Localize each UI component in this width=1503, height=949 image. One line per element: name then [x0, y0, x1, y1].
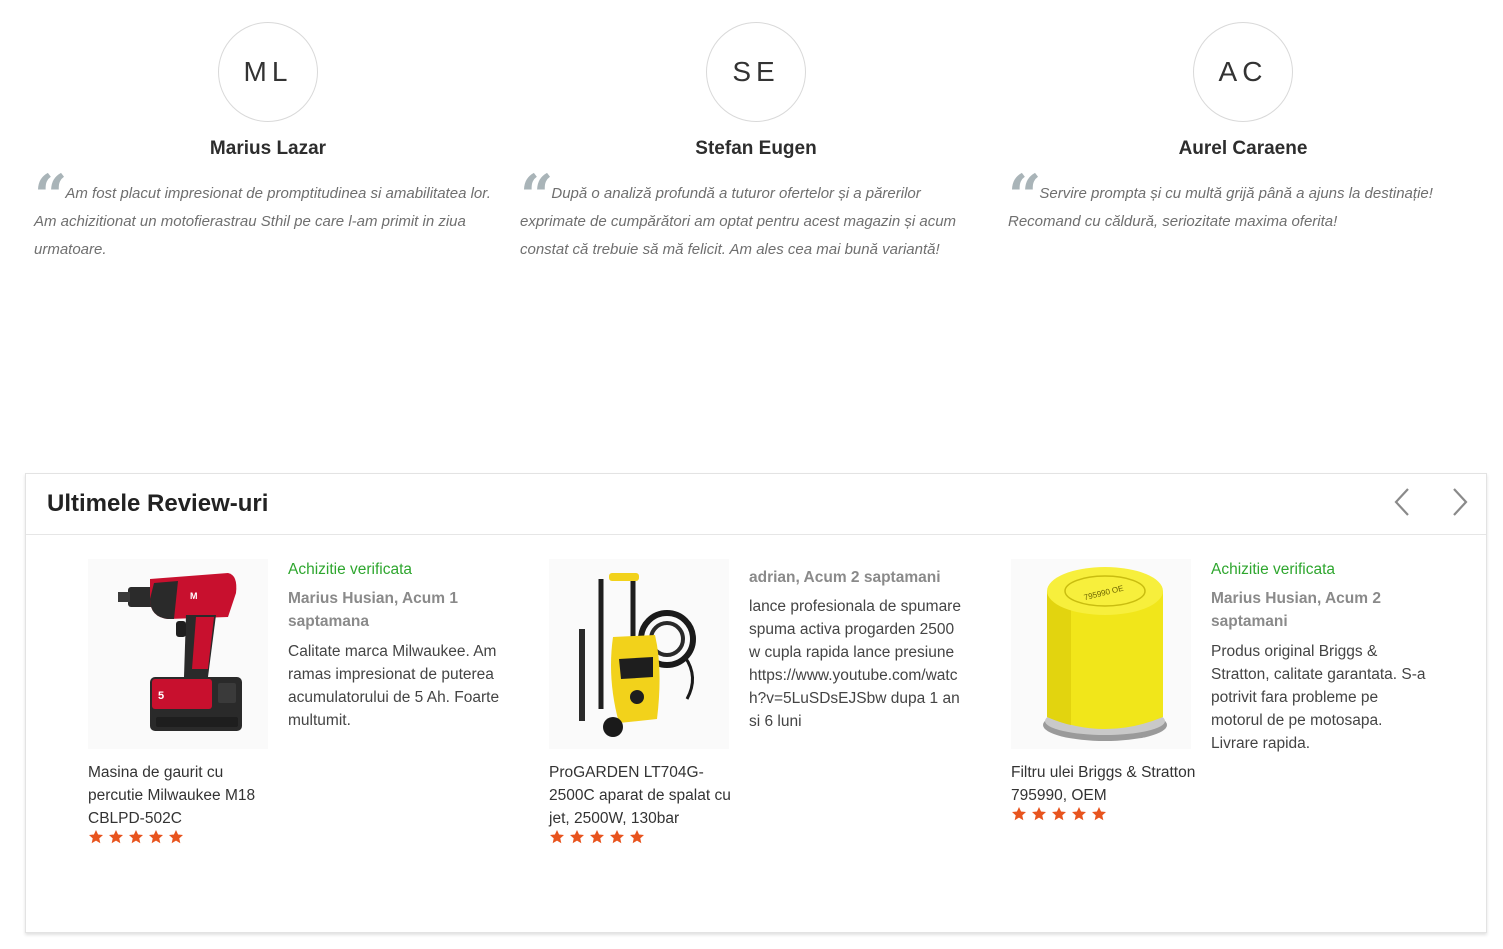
drill-image: M 5: [88, 559, 268, 749]
rating-stars: [88, 829, 184, 845]
star-icon: [169, 830, 183, 844]
testimonial-quote: “După o analiză profundă a tuturor ofert…: [520, 162, 990, 264]
star-icon: [1092, 807, 1106, 821]
rating-stars: [1011, 806, 1107, 822]
chevron-right-icon: [1453, 488, 1468, 516]
review-item: ProGARDEN LT704G-2500C aparat de spalat …: [549, 559, 1009, 859]
testimonial-text: După o analiză profundă a tuturor oferte…: [520, 185, 957, 258]
reviewer-meta: adrian, Acum 2 saptamani: [749, 569, 941, 586]
star-icon: [570, 830, 584, 844]
star-icon: [1072, 807, 1086, 821]
avatar: SE: [706, 22, 806, 122]
testimonial-text: Am fost placut impresionat de promptitud…: [34, 185, 491, 258]
testimonials-section: ML Marius Lazar “Am fost placut impresio…: [0, 0, 1503, 300]
panel-header: Ultimele Review-uri: [26, 474, 1486, 535]
quote-icon: “: [1008, 162, 1041, 230]
testimonial-name: Aurel Caraene: [1178, 138, 1308, 159]
star-icon: [109, 830, 123, 844]
review-item: M 5 Masina de gaurit cu percutie Milwauk…: [88, 559, 548, 859]
testimonial-text: Servire prompta și cu multă grijă până a…: [1008, 185, 1433, 230]
product-title[interactable]: Filtru ulei Briggs & Stratton 795990, OE…: [1011, 761, 1196, 807]
avatar: ML: [218, 22, 318, 122]
product-title[interactable]: Masina de gaurit cu percutie Milwaukee M…: [88, 761, 273, 830]
quote-icon: “: [34, 162, 67, 230]
svg-text:5: 5: [158, 690, 164, 702]
reviewer-meta: Marius Husian, Acum 2 saptamani: [1211, 590, 1381, 630]
star-icon: [550, 830, 564, 844]
testimonial-name: Marius Lazar: [209, 138, 327, 159]
star-icon: [89, 830, 103, 844]
product-image-oil-filter[interactable]: 795990 OE: [1011, 559, 1191, 749]
star-icon: [630, 830, 644, 844]
quote-icon: “: [520, 162, 553, 230]
star-icon: [1032, 807, 1046, 821]
panel-title: Ultimele Review-uri: [47, 490, 269, 517]
star-icon: [590, 830, 604, 844]
carousel-prev-button[interactable]: [1389, 486, 1415, 518]
verified-purchase-label: Achizitie verificata: [288, 561, 413, 578]
product-image-pressure-washer[interactable]: [549, 559, 729, 749]
latest-reviews-panel: Ultimele Review-uri M 5 Masina de gaurit…: [25, 473, 1487, 933]
rating-stars: [549, 829, 645, 845]
review-text: Calitate marca Milwaukee. Am ramas impre…: [288, 643, 500, 729]
review-text: Produs original Briggs & Stratton, calit…: [1211, 643, 1426, 752]
review-text: lance profesionala de spumare spuma acti…: [749, 598, 961, 730]
testimonial-quote: “Servire prompta și cu multă grijă până …: [1008, 162, 1478, 236]
testimonial-name: Stefan Eugen: [695, 138, 817, 159]
product-title[interactable]: ProGARDEN LT704G-2500C aparat de spalat …: [549, 761, 734, 830]
product-image-drill[interactable]: M 5: [88, 559, 268, 749]
testimonial-quote: “Am fost placut impresionat de promptitu…: [34, 162, 504, 264]
verified-purchase-label: Achizitie verificata: [1211, 561, 1336, 578]
star-icon: [129, 830, 143, 844]
carousel-next-button[interactable]: [1447, 486, 1473, 518]
pressure-washer-image: [549, 559, 729, 749]
chevron-left-icon: [1394, 488, 1409, 516]
star-icon: [610, 830, 624, 844]
star-icon: [1052, 807, 1066, 821]
avatar: AC: [1193, 22, 1293, 122]
svg-text:M: M: [190, 591, 198, 601]
oil-filter-image: 795990 OE: [1011, 559, 1191, 749]
star-icon: [1012, 807, 1026, 821]
reviewer-meta: Marius Husian, Acum 1 saptamana: [288, 590, 458, 630]
review-item: 795990 OE Filtru ulei Briggs & Stratton …: [1011, 559, 1471, 859]
star-icon: [149, 830, 163, 844]
